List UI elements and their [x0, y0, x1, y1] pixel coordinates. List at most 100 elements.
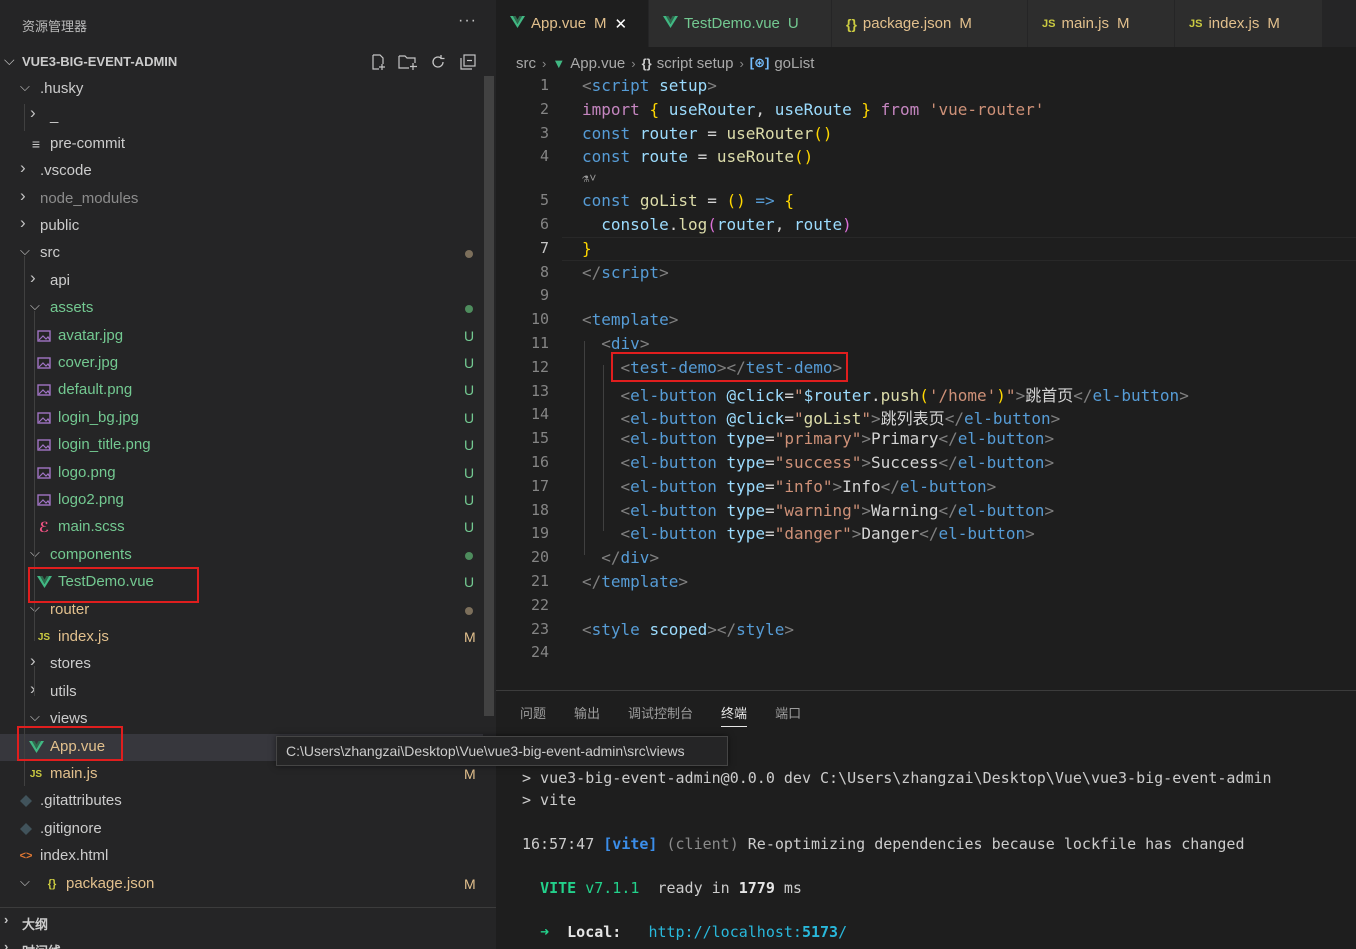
close-icon[interactable]: ✕: [615, 15, 628, 33]
tree-item[interactable]: › utils: [0, 679, 483, 706]
tab-testdemo-vue[interactable]: TestDemo.vue U: [649, 0, 832, 47]
breadcrumb-item[interactable]: goList: [774, 55, 814, 72]
panel-tab[interactable]: 端口: [775, 703, 801, 727]
code-text: <div>: [601, 334, 650, 353]
code-line: 23 <style scoped></style>: [496, 618, 1356, 642]
local-url-prefix[interactable]: http://localhost:: [648, 923, 802, 941]
breadcrumb-item[interactable]: script setup: [657, 55, 734, 72]
panel-tab[interactable]: 输出: [574, 703, 600, 727]
tab-main-js[interactable]: JS main.js M: [1028, 0, 1175, 47]
refresh-icon[interactable]: [428, 52, 448, 72]
tree-item-label: .gitattributes: [40, 792, 122, 810]
code-line: 15 <el-button type="primary">Primary</el…: [496, 427, 1356, 451]
tree-item[interactable]: ⌵ {} package.json M: [0, 871, 483, 898]
project-root[interactable]: ⌵ VUE3-BIG-EVENT-ADMIN: [0, 48, 496, 76]
tree-item[interactable]: .gitattributes: [0, 788, 483, 815]
ready-text: ready in: [657, 879, 730, 897]
tree-item[interactable]: ⌵ .husky: [0, 76, 483, 103]
tree-item-label: main.js: [50, 765, 98, 782]
tree-item[interactable]: › _: [0, 103, 483, 130]
tree-item[interactable]: logo2.png U: [0, 487, 483, 514]
local-label: Local:: [567, 923, 622, 941]
tree-item[interactable]: avatar.jpg U: [0, 323, 483, 350]
chevron-right-icon: ›: [20, 213, 26, 232]
vue-file-icon: [36, 574, 52, 590]
tree-item[interactable]: <> index.html: [0, 843, 483, 870]
chevron-down-icon: ⌵: [20, 243, 30, 259]
tree-item[interactable]: ⌵ src: [0, 240, 483, 267]
breadcrumb-item[interactable]: src: [516, 55, 536, 72]
tree-item-label: _: [50, 107, 59, 125]
line-number: 17: [530, 476, 549, 495]
tree-item-label: App.vue: [50, 737, 106, 755]
code-line: ⚗˅: [496, 169, 1356, 189]
tree-item[interactable]: .gitignore: [0, 816, 483, 843]
breadcrumb-item[interactable]: App.vue: [570, 55, 625, 72]
new-folder-icon[interactable]: [398, 52, 418, 72]
tree-item[interactable]: › api: [0, 268, 483, 295]
path-tooltip: C:\Users\zhangzai\Desktop\Vue\vue3-big-e…: [276, 736, 728, 766]
time-text: 16:57:47: [522, 835, 595, 853]
tree-item-label: pre-commit: [50, 134, 126, 152]
code-line: 1 <script setup>: [496, 74, 1356, 98]
timeline-panel-header[interactable]: › 时间线: [0, 935, 496, 949]
line-number: 24: [530, 643, 549, 662]
chevron-right-icon: ›: [542, 55, 547, 71]
tree-item[interactable]: ⌵ components: [0, 542, 483, 569]
code-text: <el-button type="danger">Danger</el-butt…: [620, 524, 1035, 544]
tab-app-vue[interactable]: App.vue M ✕: [496, 0, 649, 47]
tree-item[interactable]: › node_modules: [0, 186, 483, 213]
panel-tab[interactable]: 调试控制台: [628, 703, 693, 727]
tree-item[interactable]: TestDemo.vue U: [0, 569, 483, 596]
project-name: VUE3-BIG-EVENT-ADMIN: [22, 54, 178, 69]
tree-item-label: assets: [50, 299, 94, 317]
panel-tab[interactable]: 问题: [520, 703, 546, 727]
tree-item[interactable]: ⌵ router: [0, 597, 483, 624]
tree-item[interactable]: ≡ pre-commit: [0, 131, 483, 158]
code-text: <el-button type="primary">Primary</el-bu…: [620, 429, 1055, 449]
line-number: 16: [530, 453, 549, 471]
line-number: 12: [530, 357, 549, 376]
tree-item[interactable]: login_bg.jpg U: [0, 405, 483, 432]
tree-item[interactable]: ⌵ assets: [0, 295, 483, 322]
collapse-all-icon[interactable]: [458, 52, 478, 72]
git-status-badge: U: [464, 464, 475, 481]
code-text: console.log(router, route): [601, 215, 852, 234]
tree-item[interactable]: › public: [0, 213, 483, 240]
tree-item-label: utils: [50, 682, 77, 700]
tab-package-json[interactable]: {} package.json M: [832, 0, 1028, 47]
tab-status-badge: M: [959, 15, 972, 32]
git-status-dot: [465, 250, 473, 259]
tree-item[interactable]: › .vscode: [0, 158, 483, 185]
more-actions-button[interactable]: ···: [458, 12, 477, 30]
tree-item[interactable]: cover.jpg U: [0, 350, 483, 377]
indent-guide: [34, 311, 35, 616]
line-number: 19: [530, 524, 549, 543]
codelens-icon[interactable]: ⚗˅: [582, 171, 596, 186]
tree-item[interactable]: login_title.png U: [0, 432, 483, 459]
git-status-badge: U: [464, 437, 475, 454]
indent-guide: [584, 341, 585, 555]
tree-item[interactable]: ℰmain.scss U: [0, 514, 483, 541]
tree-item[interactable]: JS index.js M: [0, 624, 483, 651]
git-file-icon: [18, 793, 34, 809]
terminal[interactable]: > vue3-big-event-admin@0.0.0 dev C:\User…: [522, 765, 1272, 941]
tab-label: main.js: [1061, 15, 1109, 32]
sidebar-scrollbar[interactable]: [484, 76, 494, 716]
tree-item-label: src: [40, 244, 60, 262]
json-file-icon: {}: [47, 877, 57, 890]
local-port: 5173: [801, 923, 839, 941]
tree-item[interactable]: ⌵ views: [0, 706, 483, 733]
variable-icon: [⊛]: [749, 55, 770, 70]
tree-item[interactable]: logo.png U: [0, 460, 483, 487]
tab-index-js[interactable]: JS index.js M: [1175, 0, 1323, 47]
tree-item-label: .husky: [40, 80, 84, 97]
tab-status-badge: M: [1116, 15, 1130, 32]
tree-item[interactable]: default.png U: [0, 377, 483, 404]
panel-tab[interactable]: 终端: [721, 703, 748, 727]
new-file-icon[interactable]: [368, 52, 388, 72]
editor-area: App.vue M ✕ TestDemo.vue U {} package.json M JS m…: [496, 0, 1356, 690]
git-status-badge: M: [464, 875, 476, 892]
tree-item[interactable]: › stores: [0, 651, 483, 678]
outline-panel-header[interactable]: › 大纲: [0, 908, 496, 935]
